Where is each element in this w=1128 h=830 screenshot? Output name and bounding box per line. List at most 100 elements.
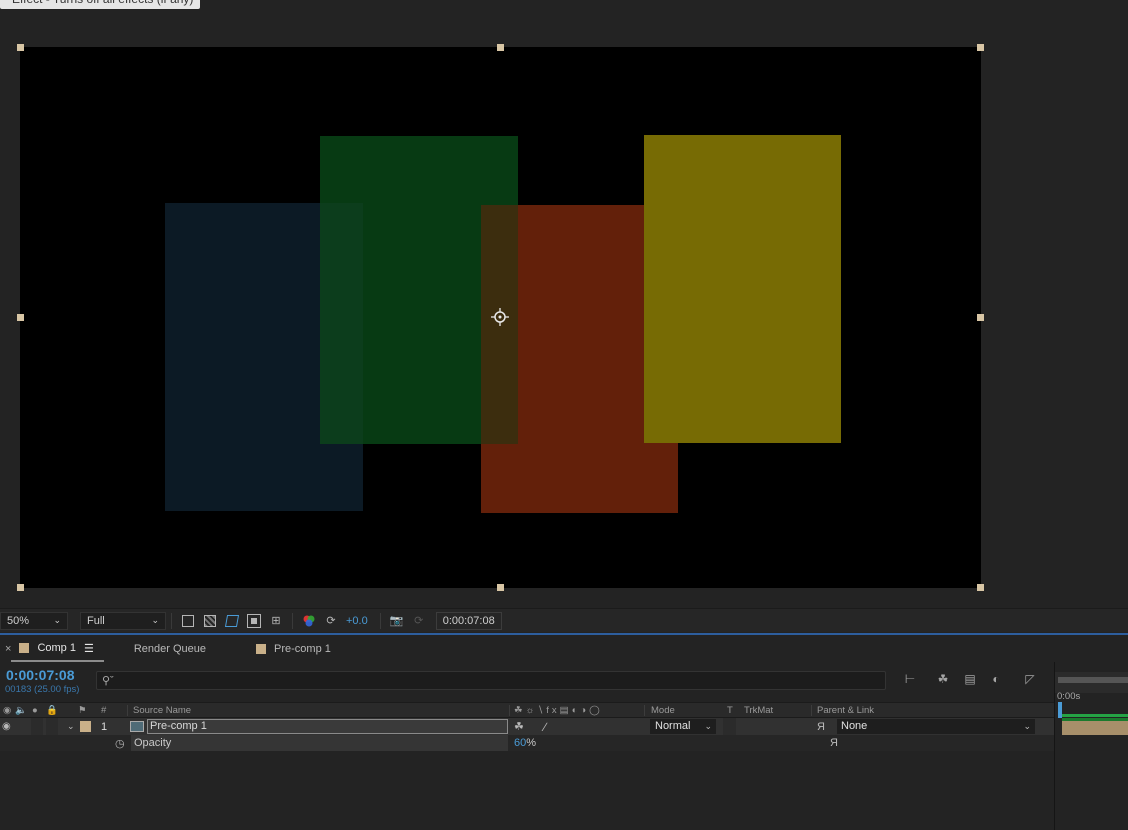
toolbar-separator <box>171 612 172 629</box>
transform-handle-tl[interactable] <box>17 44 24 51</box>
menu-icon[interactable]: ☰ <box>84 642 94 655</box>
blend-mode-value: Normal <box>655 720 691 732</box>
panel-divider <box>0 633 1128 635</box>
shy-switch-icon[interactable]: ☘ <box>514 718 524 735</box>
resolution-value: Full <box>87 614 105 627</box>
layer-number: 1 <box>101 720 108 733</box>
layer-row[interactable]: ◉ ⌄ 1 Pre-comp 1 ☘ ∕ Normal ⌄ Я None ⌄ <box>0 718 1054 735</box>
solo-box[interactable] <box>31 718 43 735</box>
lock-icon[interactable]: 🔒 <box>46 705 58 716</box>
column-mode: Mode <box>651 705 675 716</box>
column-separator <box>127 705 128 716</box>
region-of-interest-icon[interactable] <box>246 613 262 629</box>
search-icon: ⚲ˇ <box>102 675 114 687</box>
opacity-value[interactable]: 60 % <box>514 735 536 751</box>
column-parent: Parent & Link <box>817 705 875 716</box>
column-header: ◉ 🔈 ● 🔒 ⚑ # Source Name ☘☼∖fx▤◐◑◯ Mode T… <box>0 702 1054 718</box>
current-time[interactable]: 0:00:07:08 <box>6 667 75 683</box>
column-separator <box>644 705 645 716</box>
parent-value: None <box>841 720 868 732</box>
layer-name-field[interactable]: Pre-comp 1 <box>147 719 508 734</box>
audio-icon[interactable]: 🔈 <box>15 705 27 716</box>
mask-visibility-icon[interactable] <box>224 613 240 629</box>
shy-layers-icon[interactable]: ☘ <box>934 671 952 687</box>
channel-rgb-icon[interactable] <box>301 613 317 629</box>
timeline-tabs: × Comp 1 ☰ Render Queue Pre-comp 1 <box>0 636 1128 662</box>
fast-previews-icon[interactable] <box>180 613 196 629</box>
toolbar-separator <box>379 612 381 629</box>
label-icon[interactable]: ⚑ <box>78 705 87 716</box>
precomp-icon <box>130 718 144 735</box>
graph-editor-icon[interactable]: ◸ <box>1021 671 1039 687</box>
magnification-select[interactable]: 50% ⌄ <box>0 611 68 630</box>
opacity-unit: % <box>526 737 537 749</box>
comp-swatch <box>256 644 267 654</box>
preserve-transparency-box[interactable] <box>723 718 736 735</box>
column-separator <box>509 705 510 716</box>
label-color[interactable] <box>80 718 91 735</box>
eye-icon[interactable]: ◉ <box>3 705 11 716</box>
overlap-rect <box>320 203 363 444</box>
tab-label: Pre-comp 1 <box>274 643 331 655</box>
cache-indicator <box>1062 714 1128 717</box>
chevron-down-icon: ⌄ <box>151 615 159 625</box>
transform-handle-tc[interactable] <box>497 44 504 51</box>
solo-icon[interactable]: ● <box>32 705 38 716</box>
motion-blur-icon[interactable]: ◐ <box>987 671 1005 687</box>
column-trkmat: TrkMat <box>744 705 774 716</box>
tooltip: Effect - Turns off all effects (if any) <box>0 0 201 9</box>
reset-exposure-icon[interactable]: ⟳ <box>323 613 339 629</box>
blend-mode-select[interactable]: Normal ⌄ <box>650 719 716 734</box>
transform-handle-br[interactable] <box>977 584 984 591</box>
toolbar-separator <box>292 612 293 629</box>
layer-duration-bar[interactable] <box>1062 718 1128 735</box>
layer-search-input[interactable]: ⚲ˇ <box>96 671 886 690</box>
transform-handle-tr[interactable] <box>977 44 984 51</box>
comp-flowchart-icon[interactable]: ⊢ <box>901 671 919 687</box>
tab-label: Render Queue <box>133 643 207 655</box>
resolution-select[interactable]: Full ⌄ <box>80 611 166 630</box>
anchor-point-icon[interactable] <box>491 308 509 326</box>
yellow-rect <box>644 135 841 443</box>
transform-handle-mr[interactable] <box>977 314 984 321</box>
ruler-label: 0:00s <box>1057 691 1081 702</box>
expand-chevron-icon[interactable]: ⌄ <box>67 718 75 735</box>
transform-handle-bc[interactable] <box>497 584 504 591</box>
show-snapshot-icon[interactable]: ⟳ <box>411 613 427 629</box>
tab-comp-1[interactable]: Comp 1 ☰ <box>11 636 104 662</box>
timeline-graph[interactable]: 0:00s <box>1054 662 1128 830</box>
magnification-value: 50% <box>7 614 30 627</box>
column-source-name[interactable]: Source Name <box>133 705 191 716</box>
time-ruler[interactable]: 0:00s <box>1055 672 1128 702</box>
tab-render-queue[interactable]: Render Queue <box>124 636 216 662</box>
work-area-bar[interactable] <box>1058 677 1128 683</box>
chevron-down-icon: ⌄ <box>53 615 61 625</box>
exposure-value[interactable]: +0.0 <box>346 615 368 627</box>
transform-handle-ml[interactable] <box>17 314 24 321</box>
column-number: # <box>101 705 107 716</box>
tab-pre-comp-1[interactable]: Pre-comp 1 <box>246 636 341 662</box>
stopwatch-icon[interactable]: ◷ <box>115 735 125 751</box>
grid-guides-icon[interactable]: ⊞ <box>268 613 284 629</box>
viewer-toolbar: 50% ⌄ Full ⌄ ⊞ ⟳ +0.0 📷 ⟳ 0:00:07:08 <box>0 608 1128 632</box>
property-row-opacity: ◷ Opacity 60 % Я <box>0 735 1054 751</box>
transform-handle-bl[interactable] <box>17 584 24 591</box>
chevron-down-icon: ⌄ <box>1023 721 1031 731</box>
camera-snapshot-icon[interactable]: 📷 <box>389 613 405 629</box>
timeline-panel: 0:00:07:08 00183 (25.00 fps) ⚲ˇ ⊢ ☘ ▤ ◐ … <box>0 662 1128 830</box>
parent-select[interactable]: None ⌄ <box>837 719 1035 734</box>
comp-swatch <box>19 643 30 653</box>
lock-box[interactable] <box>46 718 58 735</box>
expression-pick-whip-icon[interactable]: Я <box>830 735 838 751</box>
opacity-number[interactable]: 60 <box>514 737 526 749</box>
quality-switch-icon[interactable]: ∕ <box>544 718 546 735</box>
viewer-timecode[interactable]: 0:00:07:08 <box>435 611 502 630</box>
composition-viewer[interactable]: Effect - Turns off all effects (if any) <box>0 0 1128 607</box>
transparency-grid-icon[interactable] <box>202 613 218 629</box>
pick-whip-icon[interactable]: Я <box>817 718 825 735</box>
column-t: T <box>727 705 733 716</box>
switches-icons: ☘☼∖fx▤◐◑◯ <box>514 705 603 716</box>
frame-info: 00183 (25.00 fps) <box>5 684 80 695</box>
frame-blending-icon[interactable]: ▤ <box>961 671 979 687</box>
visibility-eye-icon[interactable]: ◉ <box>2 718 11 735</box>
